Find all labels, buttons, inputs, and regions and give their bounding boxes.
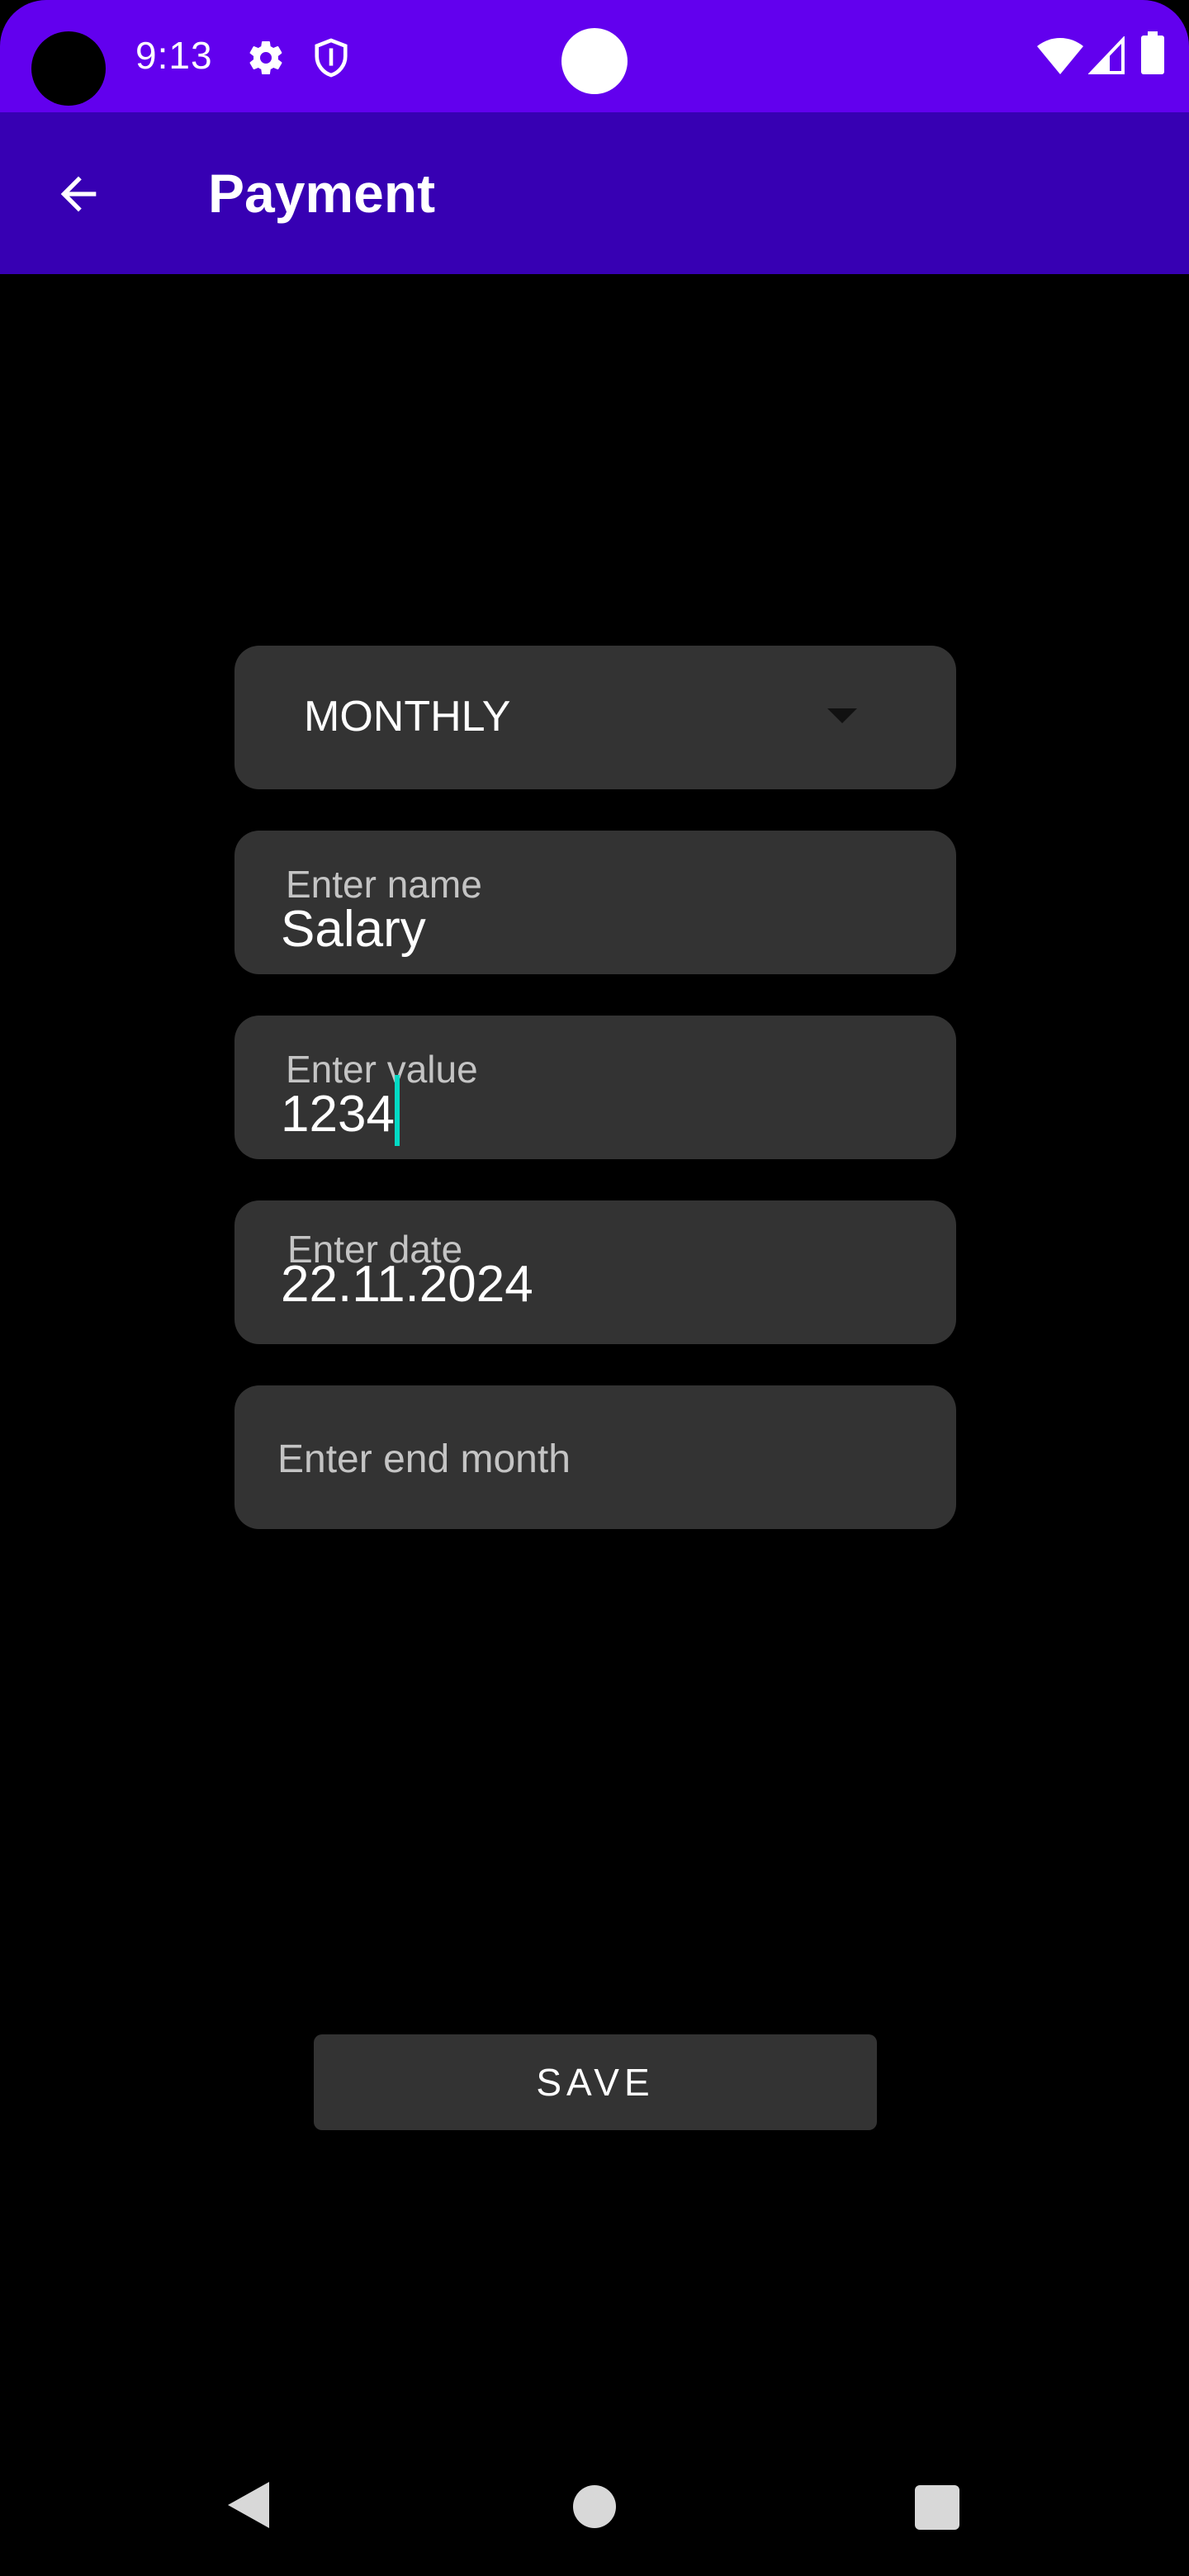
signal-icon bbox=[1088, 36, 1125, 74]
value-field[interactable]: Enter value 1234 bbox=[234, 1016, 956, 1159]
nav-home-icon[interactable] bbox=[573, 2485, 616, 2528]
camera-cutout bbox=[31, 31, 106, 106]
status-bar: 9:13 bbox=[0, 0, 1189, 112]
frequency-dropdown[interactable]: MONTHLY bbox=[234, 646, 956, 789]
text-cursor bbox=[395, 1075, 400, 1146]
end-month-field[interactable]: Enter end month bbox=[234, 1385, 956, 1529]
date-field-value: 22.11.2024 bbox=[281, 1256, 533, 1313]
app-screen: 9:13 Payment MONTHLY Enter name Salary E… bbox=[0, 0, 1189, 2576]
name-field[interactable]: Enter name Salary bbox=[234, 831, 956, 974]
wifi-icon bbox=[1037, 38, 1083, 74]
settings-gear-icon bbox=[249, 41, 282, 75]
arrow-back-icon bbox=[60, 176, 97, 212]
dropdown-arrow-icon bbox=[827, 708, 857, 723]
status-time: 9:13 bbox=[135, 34, 213, 77]
end-month-placeholder: Enter end month bbox=[277, 1437, 571, 1481]
nav-back-icon[interactable] bbox=[228, 2482, 269, 2528]
battery-icon bbox=[1141, 31, 1164, 74]
date-field[interactable]: Enter date 22.11.2024 bbox=[234, 1200, 956, 1344]
value-field-value: 1234 bbox=[281, 1086, 395, 1143]
page-title: Payment bbox=[208, 163, 436, 224]
save-button[interactable]: SAVE bbox=[314, 2034, 877, 2130]
back-button[interactable] bbox=[41, 157, 116, 231]
frequency-selected-value: MONTHLY bbox=[304, 693, 511, 741]
app-bar: Payment bbox=[0, 112, 1189, 274]
shield-icon bbox=[315, 38, 348, 78]
status-center-dot bbox=[561, 28, 628, 94]
nav-recents-icon[interactable] bbox=[915, 2485, 959, 2530]
name-field-value: Salary bbox=[281, 901, 426, 958]
